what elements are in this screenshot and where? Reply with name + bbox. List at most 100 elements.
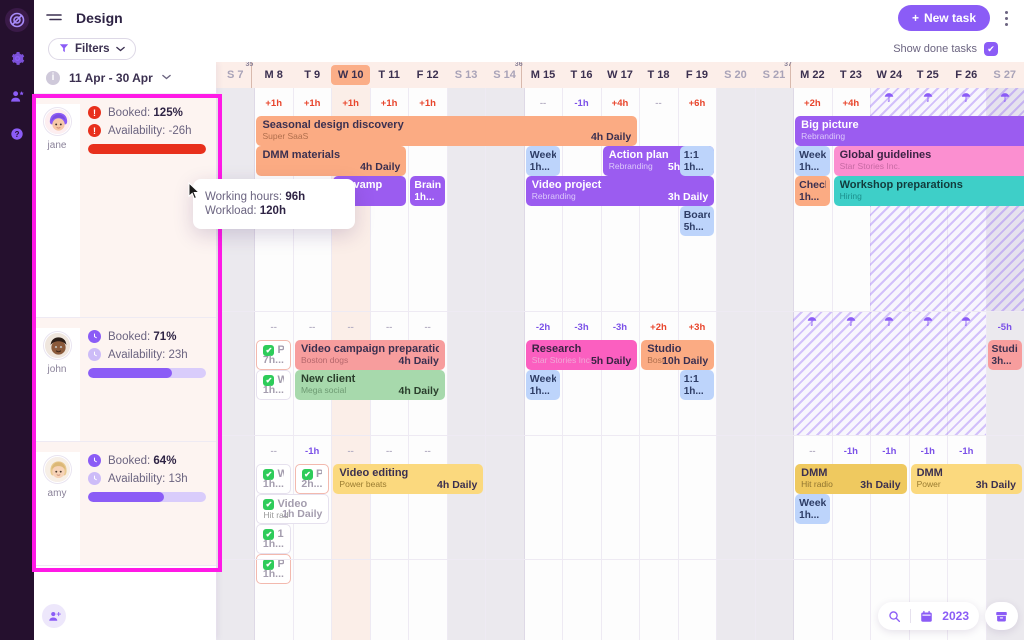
task-bar[interactable]: ✔1:11h... — [256, 524, 291, 554]
capacity-delta: +2h — [650, 321, 667, 333]
task-bar[interactable]: Video editing Power beats 4h Daily — [333, 464, 484, 494]
week-number: 37 — [784, 62, 792, 68]
task-bar[interactable]: Workshop preparations Hiring — [833, 176, 1024, 206]
booked-stat: ! Booked: 125% — [88, 106, 206, 119]
task-bar[interactable]: Brain 1h... — [410, 176, 445, 206]
day-header-cell[interactable]: W 17 — [601, 62, 639, 88]
day-header-cell[interactable]: S 13 — [447, 62, 485, 88]
task-bar[interactable]: DMM Hit radio 3h Daily — [795, 464, 907, 494]
task-bar[interactable]: 1:1 1h... — [679, 370, 715, 400]
vacation-block[interactable] — [793, 312, 986, 436]
day-header-cell[interactable]: T 18 — [639, 62, 677, 88]
day-header-cell[interactable]: M 15 — [524, 62, 562, 88]
task-bar[interactable]: Research Star Stories Inc. 5h Daily — [525, 340, 638, 370]
umbrella-icon — [1000, 92, 1010, 106]
day-header-cell[interactable]: T 23 — [832, 62, 870, 88]
gear-icon[interactable] — [5, 46, 29, 70]
year-label[interactable]: 2023 — [942, 609, 969, 623]
day-header-cell[interactable]: F 26 — [947, 62, 985, 88]
task-bar[interactable]: Studio Bost 10h Daily — [641, 340, 715, 370]
add-person-icon[interactable] — [5, 84, 29, 108]
person-row[interactable]: jane! Booked: 125%! Availability: -26h — [34, 94, 216, 318]
availability-stat: Availability: 23h — [88, 348, 206, 361]
task-duration: 4h Daily — [398, 384, 439, 397]
help-icon[interactable]: ? — [5, 122, 29, 146]
task-bar[interactable]: Seasonal design discovery Super SaaS 4h Da… — [256, 116, 638, 146]
task-bar[interactable]: Video project Rebranding 3h Daily — [525, 176, 715, 206]
task-subtitle: Super SaaS — [262, 131, 309, 141]
task-duration: 5h... — [683, 222, 704, 234]
kebab-menu-icon[interactable] — [998, 7, 1014, 29]
booked-value: 125% — [153, 106, 183, 119]
archive-icon[interactable] — [995, 610, 1008, 623]
new-task-label: New task — [923, 11, 976, 25]
person-row[interactable]: john Booked: 71% Availability: 23h — [34, 318, 216, 442]
date-range-label[interactable]: 11 Apr - 30 Apr — [69, 71, 153, 85]
day-header-cell[interactable]: S 20 — [716, 62, 754, 88]
task-duration: 3h Daily — [667, 190, 709, 203]
task-bar[interactable]: Big picture Rebranding — [795, 116, 1024, 146]
capacity-delta: -2h — [535, 321, 551, 333]
task-bar[interactable]: Video campaign preparation Boston dogs 4h … — [294, 340, 445, 370]
workload-bar[interactable] — [88, 144, 206, 154]
task-bar[interactable]: ✔We1h... — [256, 370, 291, 400]
new-task-button[interactable]: + New task — [897, 5, 990, 31]
day-header-cell[interactable]: W 10 — [331, 65, 370, 85]
filters-button[interactable]: Filters — [48, 38, 136, 60]
search-zoom-icon[interactable] — [888, 610, 901, 623]
avatar[interactable] — [43, 456, 71, 483]
task-bar[interactable]: DMM Power 3h Daily — [910, 464, 1022, 494]
task-bar[interactable]: ✔Pla2h... — [294, 464, 330, 494]
umbrella-icon — [923, 92, 933, 106]
avatar[interactable] — [43, 332, 71, 359]
day-header-cell[interactable]: T 25 — [909, 62, 947, 88]
capacity-delta: -- — [385, 445, 393, 457]
workload-bar[interactable] — [88, 492, 206, 502]
task-bar[interactable]: Week 1h... — [525, 146, 561, 176]
task-bar[interactable]: ✔ Video Hit rad 1h Daily — [256, 494, 330, 524]
task-done-checkbox[interactable]: ✔ — [263, 498, 275, 510]
zoom-date-pill[interactable]: 2023 — [878, 602, 979, 630]
logo-icon[interactable] — [5, 8, 29, 32]
day-header-cell[interactable]: S 27 — [986, 62, 1024, 88]
day-header-cell[interactable]: F 12 — [408, 62, 446, 88]
avatar[interactable] — [43, 108, 71, 135]
day-header-cell[interactable]: F 19 — [678, 62, 716, 88]
alert-icon: ! — [88, 124, 101, 137]
chevron-down-icon[interactable] — [162, 72, 171, 83]
archive-pill[interactable] — [985, 602, 1018, 630]
day-header-cell[interactable]: T 9 — [293, 62, 331, 88]
show-done-checkbox[interactable]: ✔ — [984, 42, 998, 56]
show-done-tasks-toggle[interactable]: Show done tasks ✔ — [893, 42, 1010, 56]
hamburger-icon[interactable] — [44, 8, 64, 28]
task-bar[interactable]: Check1h... — [795, 176, 830, 206]
task-bar[interactable]: Week 1h... — [795, 494, 830, 524]
task-bar[interactable]: Week 1h... — [525, 370, 561, 400]
task-bar[interactable]: Board5h... — [679, 206, 715, 236]
person-row[interactable]: amy Booked: 64% Availability: 13h — [34, 442, 216, 566]
task-bar[interactable]: 1:1 1h... — [679, 146, 715, 176]
calendar-icon[interactable] — [920, 610, 933, 623]
date-range-selector[interactable]: i 11 Apr - 30 Apr — [34, 62, 216, 94]
task-duration: 3h Daily — [975, 478, 1016, 491]
task-bar[interactable]: Global guidelines Star Stories Inc. — [833, 146, 1024, 176]
day-header-cell[interactable]: M 8 — [254, 62, 292, 88]
task-bar[interactable]: Studio3h... — [987, 340, 1022, 370]
task-duration: 3h Daily — [860, 478, 901, 491]
task-bar[interactable]: Week 1h... — [795, 146, 830, 176]
day-header-cell[interactable]: T 16 — [562, 62, 600, 88]
task-bar[interactable]: ✔Pla7h... — [256, 340, 291, 370]
info-icon[interactable]: i — [46, 70, 60, 85]
capacity-delta: -1h — [959, 445, 974, 457]
add-person-button[interactable] — [42, 604, 66, 628]
task-bar[interactable]: New client Mega social 4h Daily — [294, 370, 445, 400]
workload-bar[interactable] — [88, 368, 206, 378]
task-title: Week — [529, 149, 557, 161]
task-bar[interactable]: ✔We1h... — [256, 464, 291, 494]
umbrella-icon — [923, 316, 933, 330]
day-header-cell[interactable]: T 11 — [370, 62, 408, 88]
day-header-cell[interactable]: M 22 — [793, 62, 831, 88]
task-bar[interactable]: DMM materials 4h Daily — [256, 146, 407, 176]
day-header-cell[interactable]: W 24 — [870, 62, 908, 88]
day-header-label: S 14 — [493, 69, 516, 81]
